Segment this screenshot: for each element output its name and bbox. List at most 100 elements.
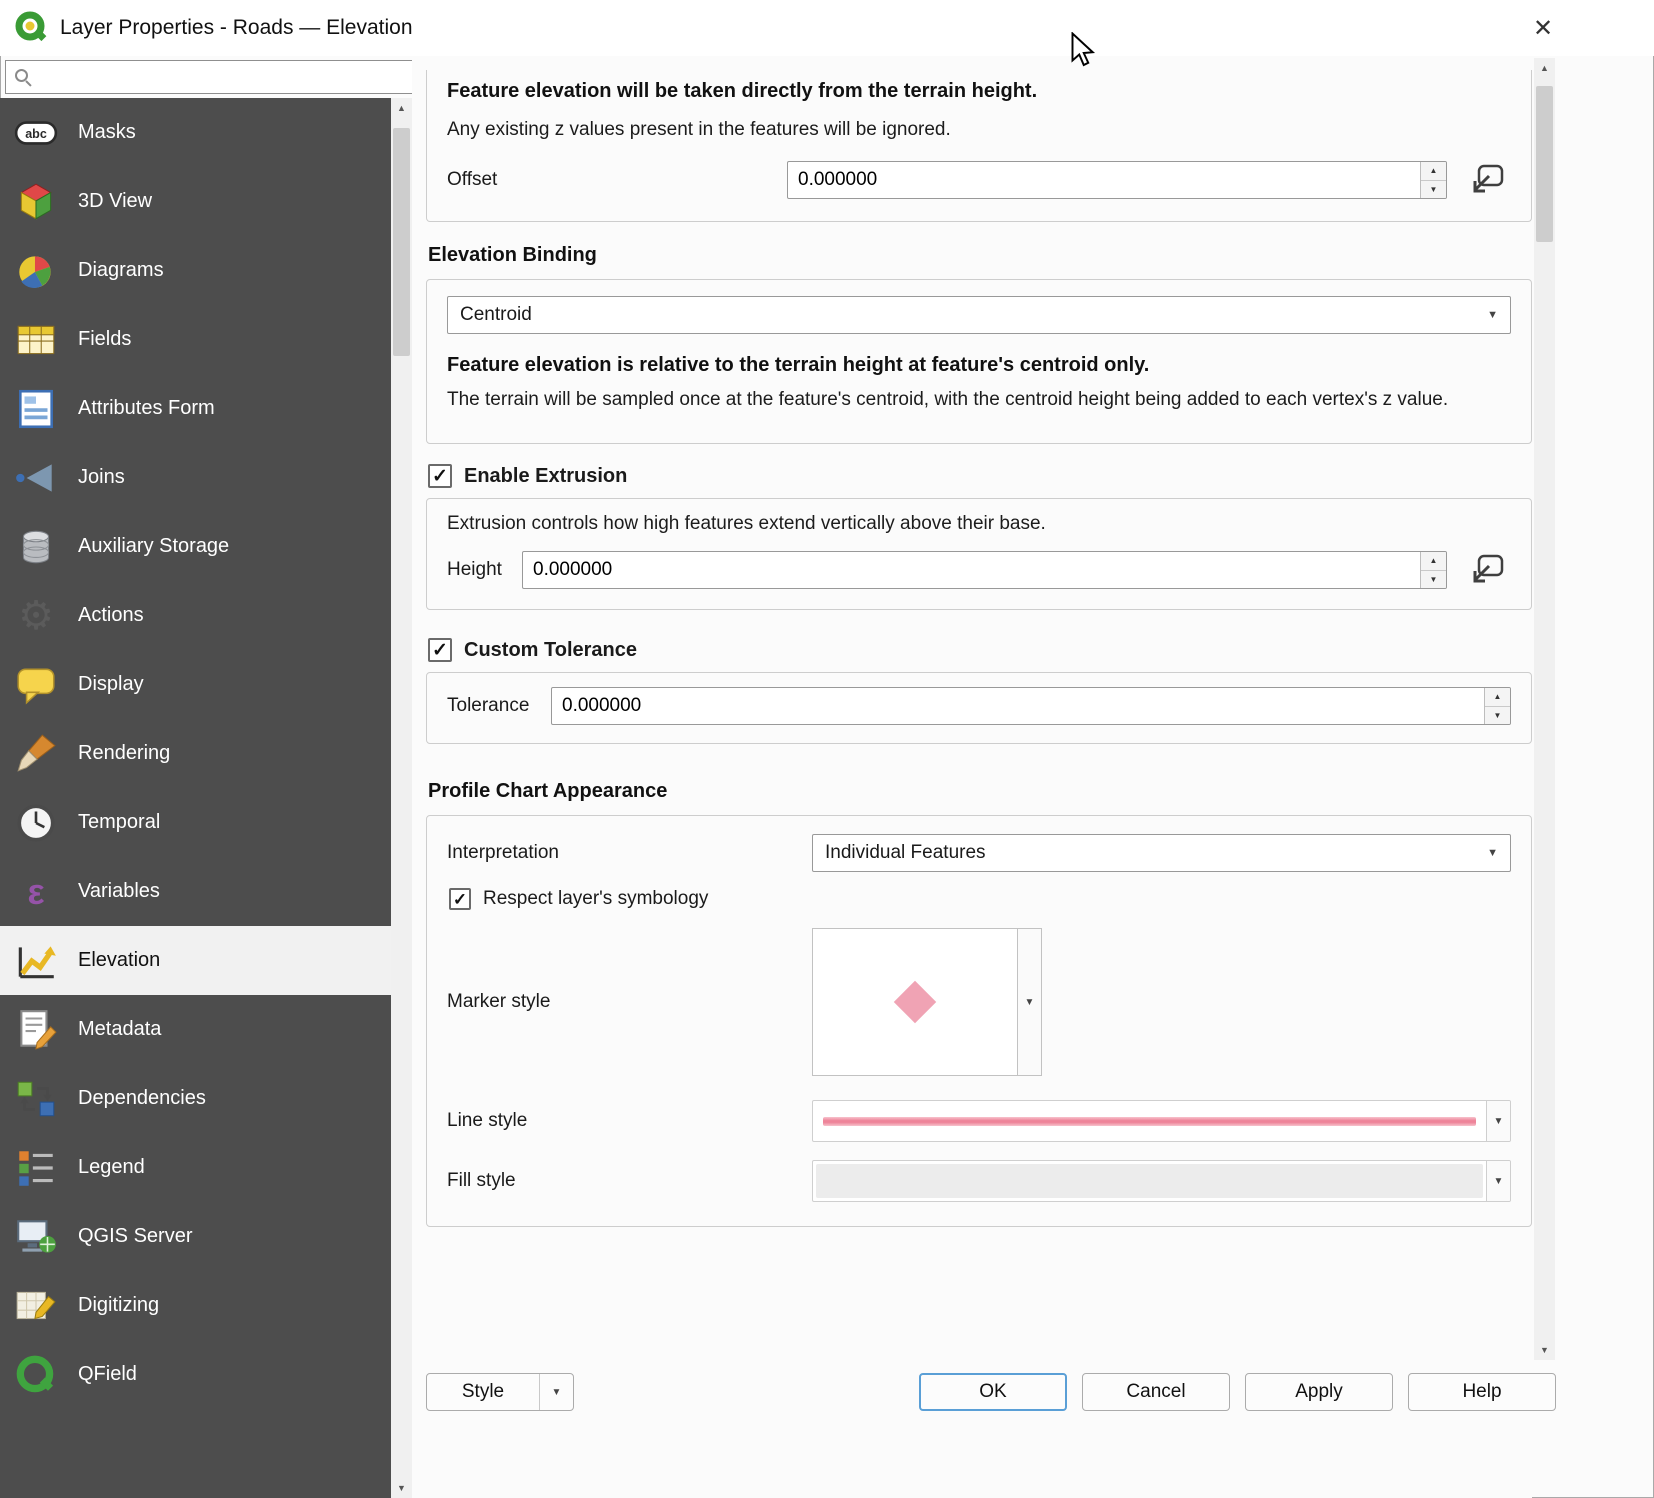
- height-spinbox[interactable]: ▲ ▼: [522, 551, 1447, 589]
- interpretation-label: Interpretation: [447, 842, 812, 864]
- sidebar-item-auxiliary-storage[interactable]: Auxiliary Storage: [0, 512, 391, 581]
- content-scrollbar-thumb[interactable]: [1536, 86, 1553, 242]
- apply-button[interactable]: Apply: [1245, 1373, 1393, 1411]
- metadata-icon: [12, 1006, 60, 1054]
- sidebar-item-qgis-server[interactable]: QGIS Server: [0, 1202, 391, 1271]
- height-data-defined-override-button[interactable]: [1463, 551, 1511, 589]
- sidebar-item-attributes-form[interactable]: Attributes Form: [0, 374, 391, 443]
- spin-up-icon[interactable]: ▲: [1485, 688, 1510, 706]
- line-style-dropdown-button[interactable]: ▼: [1486, 1101, 1510, 1141]
- help-button[interactable]: Help: [1408, 1373, 1556, 1411]
- height-spin-buttons[interactable]: ▲ ▼: [1420, 552, 1446, 588]
- marker-style-dropdown-button[interactable]: ▼: [1018, 928, 1042, 1076]
- spin-down-icon[interactable]: ▼: [1421, 180, 1446, 199]
- sidebar-scroll-down-icon[interactable]: ▼: [391, 1478, 412, 1498]
- binding-subtext: The terrain will be sampled once at the …: [447, 389, 1497, 411]
- tolerance-spinbox[interactable]: ▲ ▼: [551, 687, 1511, 725]
- sidebar-item-label: Metadata: [78, 1018, 161, 1041]
- sidebar-item-fields[interactable]: Fields: [0, 305, 391, 374]
- terrain-height-section: Feature elevation will be taken directly…: [426, 70, 1532, 222]
- enable-extrusion-row[interactable]: ✓ Enable Extrusion: [428, 464, 1532, 488]
- interpretation-combobox[interactable]: Individual Features ▼: [812, 834, 1511, 872]
- sidebar-item-joins[interactable]: Joins: [0, 443, 391, 512]
- sidebar-item-qfield[interactable]: QField: [0, 1340, 391, 1409]
- sidebar-item-3d-view[interactable]: 3D View: [0, 167, 391, 236]
- joins-icon: [12, 454, 60, 502]
- sidebar-item-label: Digitizing: [78, 1294, 159, 1317]
- spin-up-icon[interactable]: ▲: [1421, 162, 1446, 180]
- sidebar-item-label: QGIS Server: [78, 1225, 192, 1248]
- sidebar-item-display[interactable]: Display: [0, 650, 391, 719]
- spin-down-icon[interactable]: ▼: [1421, 570, 1446, 589]
- terrain-headline: Feature elevation will be taken directly…: [447, 80, 1511, 103]
- tolerance-input[interactable]: [552, 688, 1484, 724]
- height-label: Height: [447, 559, 522, 581]
- sidebar-item-temporal[interactable]: Temporal: [0, 788, 391, 857]
- custom-tolerance-row[interactable]: ✓ Custom Tolerance: [428, 638, 1532, 662]
- sidebar-scrollbar-thumb[interactable]: [393, 128, 410, 356]
- tolerance-spin-buttons[interactable]: ▲ ▼: [1484, 688, 1510, 724]
- respect-symbology-checkbox[interactable]: ✓: [449, 888, 471, 910]
- sidebar-item-elevation[interactable]: Elevation: [0, 926, 391, 995]
- sidebar-item-legend[interactable]: Legend: [0, 1133, 391, 1202]
- cancel-button[interactable]: Cancel: [1082, 1373, 1230, 1411]
- marker-style-preview-button[interactable]: [812, 928, 1018, 1076]
- fill-style-preview-button[interactable]: ▼: [812, 1160, 1511, 1202]
- sidebar-scrollbar[interactable]: ▲ ▼: [391, 98, 412, 1498]
- enable-extrusion-checkbox[interactable]: ✓: [428, 464, 452, 488]
- digitizing-icon: [12, 1282, 60, 1330]
- sidebar-item-variables[interactable]: ε Variables: [0, 857, 391, 926]
- legend-icon: [12, 1144, 60, 1192]
- search-input[interactable]: [40, 67, 404, 88]
- sidebar-item-label: Joins: [78, 466, 125, 489]
- content-scroll-down-icon[interactable]: ▼: [1534, 1340, 1555, 1360]
- sidebar-item-rendering[interactable]: Rendering: [0, 719, 391, 788]
- offset-spin-buttons[interactable]: ▲ ▼: [1420, 162, 1446, 198]
- tolerance-section: Tolerance ▲ ▼: [426, 672, 1532, 744]
- svg-text:abc: abc: [25, 127, 47, 141]
- style-button[interactable]: Style ▼: [426, 1373, 574, 1411]
- ok-button[interactable]: OK: [919, 1373, 1067, 1411]
- sidebar-item-digitizing[interactable]: Digitizing: [0, 1271, 391, 1340]
- close-button[interactable]: ✕: [1520, 6, 1566, 50]
- sidebar-item-actions[interactable]: ⚙ Actions: [0, 581, 391, 650]
- respect-symbology-row[interactable]: ✓ Respect layer's symbology: [449, 888, 1511, 910]
- sidebar-item-metadata[interactable]: Metadata: [0, 995, 391, 1064]
- content-scroll-up-icon[interactable]: ▲: [1534, 58, 1555, 78]
- binding-headline: Feature elevation is relative to the ter…: [447, 354, 1511, 377]
- offset-data-defined-override-button[interactable]: [1463, 161, 1511, 199]
- checkmark-icon: ✓: [432, 641, 448, 660]
- offset-input[interactable]: [788, 162, 1420, 198]
- style-dropdown-arrow-icon[interactable]: ▼: [539, 1374, 573, 1410]
- style-button-label: Style: [427, 1381, 539, 1403]
- sidebar-scroll-up-icon[interactable]: ▲: [391, 98, 412, 118]
- custom-tolerance-checkbox[interactable]: ✓: [428, 638, 452, 662]
- sidebar-item-label: 3D View: [78, 190, 152, 213]
- chevron-down-icon: ▼: [1487, 847, 1498, 859]
- elevation-binding-combobox[interactable]: Centroid ▼: [447, 296, 1511, 334]
- line-style-preview-button[interactable]: ▼: [812, 1100, 1511, 1142]
- data-defined-override-icon: [1469, 554, 1505, 586]
- chevron-down-icon: ▼: [1494, 1176, 1504, 1187]
- fill-style-dropdown-button[interactable]: ▼: [1486, 1161, 1510, 1201]
- fill-style-swatch: [816, 1164, 1483, 1198]
- diagrams-icon: [12, 247, 60, 295]
- height-input[interactable]: [523, 552, 1420, 588]
- sidebar-item-dependencies[interactable]: Dependencies: [0, 1064, 391, 1133]
- offset-spinbox[interactable]: ▲ ▼: [787, 161, 1447, 199]
- spin-down-icon[interactable]: ▼: [1485, 706, 1510, 725]
- variables-icon: ε: [12, 868, 60, 916]
- sidebar-item-label: QField: [78, 1363, 137, 1386]
- offset-label: Offset: [447, 169, 787, 191]
- fill-style-label: Fill style: [447, 1170, 812, 1192]
- qgis-logo-icon: [14, 10, 50, 46]
- enable-extrusion-label: Enable Extrusion: [464, 465, 627, 488]
- content-scrollbar[interactable]: ▲ ▼: [1534, 58, 1555, 1360]
- spin-up-icon[interactable]: ▲: [1421, 552, 1446, 570]
- sidebar-item-label: Elevation: [78, 949, 160, 972]
- settings-search[interactable]: [5, 60, 413, 94]
- elevation-binding-section: Centroid ▼ Feature elevation is relative…: [426, 279, 1532, 444]
- sidebar-item-masks[interactable]: abc Masks: [0, 98, 391, 167]
- sidebar-item-diagrams[interactable]: Diagrams: [0, 236, 391, 305]
- sidebar-item-label: Variables: [78, 880, 160, 903]
